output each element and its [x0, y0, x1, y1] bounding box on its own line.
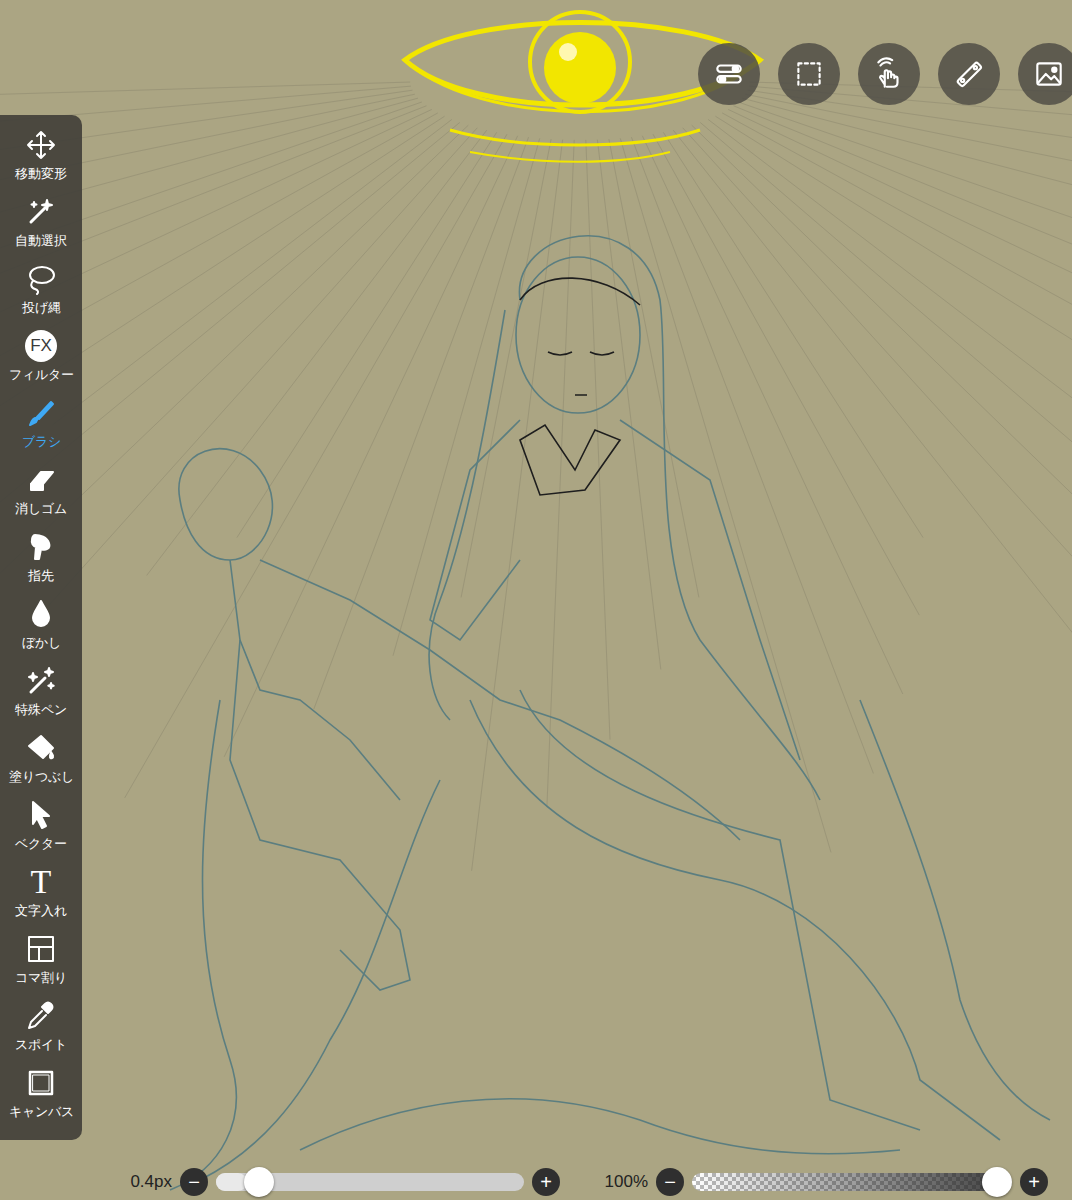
eyedropper-icon: [25, 1000, 57, 1032]
tool-button[interactable]: 移動変形: [0, 121, 82, 188]
top-tool-button[interactable]: [698, 43, 760, 105]
tool-button[interactable]: 自動選択: [0, 188, 82, 255]
move-arrows-icon: [24, 128, 58, 162]
hand-gesture-icon: [872, 57, 906, 91]
tool-button[interactable]: 消しゴム: [0, 456, 82, 523]
canvas-icon: [24, 1066, 58, 1100]
tool-label: 指先: [28, 568, 54, 584]
tool-button[interactable]: 指先: [0, 523, 82, 590]
special-pen-icon: [25, 665, 57, 697]
tool-button[interactable]: FX フィルター: [0, 322, 82, 389]
tool-label: フィルター: [9, 367, 74, 383]
drawing-canvas[interactable]: [0, 0, 1072, 1200]
tool-button[interactable]: T 文字入れ: [0, 858, 82, 925]
magic-wand-icon: [25, 196, 57, 228]
top-tool-button[interactable]: [778, 43, 840, 105]
tool-label: キャンバス: [9, 1104, 74, 1120]
tool-label: 自動選択: [15, 233, 67, 249]
panel-divide-icon: [24, 932, 58, 966]
lasso-icon: [24, 262, 58, 296]
eraser-icon: [25, 464, 57, 496]
tool-label: 特殊ペン: [15, 702, 67, 718]
panel-divide-icon: [25, 933, 57, 965]
tool-button[interactable]: コマ割り: [0, 925, 82, 992]
top-tool-button[interactable]: [858, 43, 920, 105]
tool-label: ベクター: [15, 836, 67, 852]
brush-icon: [24, 396, 58, 430]
vector-pointer-icon: [25, 799, 57, 831]
tool-button[interactable]: ブラシ: [0, 389, 82, 456]
selection-rect-icon: [792, 57, 826, 91]
fill-bucket-icon: [25, 732, 57, 764]
tool-label: コマ割り: [15, 970, 67, 986]
tool-label: ブラシ: [22, 434, 61, 450]
top-tool-button[interactable]: [1018, 43, 1072, 105]
slider-knob[interactable]: [982, 1167, 1012, 1197]
tool-label: 消しゴム: [15, 501, 67, 517]
slider-fill: [216, 1173, 247, 1191]
brush-icon: [25, 397, 57, 429]
tool-label: ぼかし: [22, 635, 61, 651]
eyedropper-icon: [24, 999, 58, 1033]
slider-track[interactable]: [692, 1173, 1012, 1191]
blur-drop-icon: [24, 597, 58, 631]
magic-wand-icon: [24, 195, 58, 229]
paint-workspace: 移動変形自動選択投げ縄 FX フィルターブラシ消しゴム指先ぼかし特殊ペン塗りつぶしベ…: [0, 0, 1072, 1200]
tool-button[interactable]: ぼかし: [0, 590, 82, 657]
vector-pointer-icon: [24, 798, 58, 832]
tool-button[interactable]: スポイト: [0, 992, 82, 1059]
canvas-icon: [25, 1067, 57, 1099]
tool-label: スポイト: [15, 1037, 67, 1053]
slider-track[interactable]: [216, 1173, 524, 1191]
increase-button[interactable]: +: [1020, 1168, 1048, 1196]
bottom-slider-bar: 0.4px−+100%−+: [110, 1164, 1050, 1200]
tool-label: 塗りつぶし: [9, 769, 74, 785]
tool-button[interactable]: 特殊ペン: [0, 657, 82, 724]
top-toolbar: [698, 43, 1072, 105]
smudge-finger-icon: [25, 531, 57, 563]
tool-label: 移動変形: [15, 166, 67, 182]
move-arrows-icon: [25, 129, 57, 161]
tool-label: 投げ縄: [22, 300, 61, 316]
tool-button[interactable]: キャンバス: [0, 1059, 82, 1126]
ruler-icon: [952, 57, 986, 91]
glyph-label: T: [31, 865, 52, 899]
increase-button[interactable]: +: [532, 1168, 560, 1196]
tool-button[interactable]: 塗りつぶし: [0, 724, 82, 791]
tool-button[interactable]: 投げ縄: [0, 255, 82, 322]
special-pen-icon: [24, 664, 58, 698]
slider-fill: [692, 1173, 1012, 1191]
smudge-finger-icon: [24, 530, 58, 564]
slider-reading: 100%: [586, 1169, 648, 1195]
image-icon: [1032, 57, 1066, 91]
filter-icon: FX: [24, 329, 58, 363]
brush-size-slider: 0.4px− +: [110, 1168, 560, 1196]
top-tool-button[interactable]: [938, 43, 1000, 105]
decrease-button[interactable]: −: [656, 1168, 684, 1196]
blur-drop-icon: [25, 598, 57, 630]
text-tool-icon: T: [24, 865, 58, 899]
layer-toggle-icon: [712, 57, 746, 91]
opacity-slider: 100%− +: [586, 1168, 1048, 1196]
tool-panel: 移動変形自動選択投げ縄 FX フィルターブラシ消しゴム指先ぼかし特殊ペン塗りつぶしベ…: [0, 115, 82, 1140]
slider-knob[interactable]: [244, 1167, 274, 1197]
lasso-icon: [25, 263, 57, 295]
tool-label: 文字入れ: [15, 903, 67, 919]
decrease-button[interactable]: −: [180, 1168, 208, 1196]
tool-button[interactable]: ベクター: [0, 791, 82, 858]
fill-bucket-icon: [24, 731, 58, 765]
slider-reading: 0.4px: [110, 1169, 172, 1195]
glyph-label: FX: [25, 330, 57, 362]
eraser-icon: [24, 463, 58, 497]
